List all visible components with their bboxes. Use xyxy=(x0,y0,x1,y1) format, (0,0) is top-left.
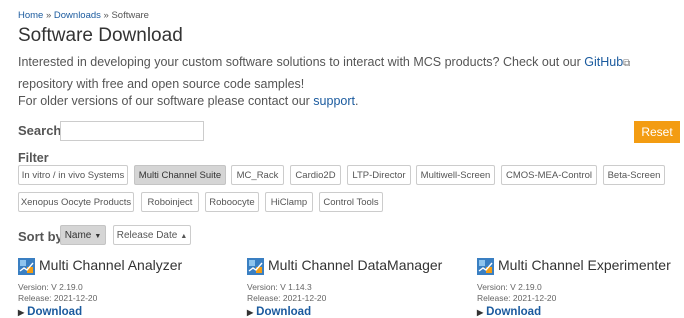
mcs-software-icon xyxy=(18,258,35,275)
product-version: Version: V 1.14.3 xyxy=(247,282,312,292)
filter-chip[interactable]: CMOS-MEA-Control xyxy=(501,165,597,185)
caret-down-icon: ▼ xyxy=(94,233,102,240)
external-link-icon: ⧉ xyxy=(623,58,631,69)
download-link[interactable]: ▶ Download xyxy=(477,306,541,318)
download-link[interactable]: ▶ Download xyxy=(18,306,82,318)
download-label: Download xyxy=(256,306,312,318)
download-label: Download xyxy=(486,306,542,318)
product-name[interactable]: Multi Channel DataManager xyxy=(268,257,442,273)
filter-chip[interactable]: Roboocyte xyxy=(205,192,259,212)
intro-text: Interested in developing your custom sof… xyxy=(18,55,585,69)
older-versions-note: For older versions of our software pleas… xyxy=(18,94,358,108)
older-text-end: . xyxy=(355,94,359,108)
triangle-right-icon: ▶ xyxy=(477,308,484,317)
product-version: Version: V 2.19.0 xyxy=(477,282,542,292)
breadcrumb-separator: » xyxy=(43,10,54,21)
older-text: For older versions of our software pleas… xyxy=(18,94,314,108)
breadcrumb-current: Software xyxy=(111,10,149,21)
product-release: Release: 2021-12-20 xyxy=(477,293,557,303)
download-link[interactable]: ▶ Download xyxy=(247,306,311,318)
filter-chip[interactable]: HiClamp xyxy=(265,192,313,212)
sort-date-label: Release Date xyxy=(116,230,178,241)
filter-chip[interactable]: Control Tools xyxy=(319,192,383,212)
breadcrumb-downloads[interactable]: Downloads xyxy=(54,10,101,21)
filter-label: Filter xyxy=(18,151,49,165)
triangle-right-icon: ▶ xyxy=(18,308,25,317)
support-link[interactable]: support xyxy=(313,94,355,108)
product-release: Release: 2021-12-20 xyxy=(18,293,98,303)
page-title: Software Download xyxy=(18,25,183,46)
filter-chip[interactable]: MC_Rack xyxy=(231,165,284,185)
breadcrumb: Home » Downloads » Software xyxy=(18,10,149,21)
product-name[interactable]: Multi Channel Experimenter xyxy=(498,257,671,273)
filter-chip[interactable]: In vitro / in vivo Systems xyxy=(18,165,128,185)
download-label: Download xyxy=(27,306,83,318)
search-input[interactable] xyxy=(60,121,204,141)
search-label: Search xyxy=(18,123,62,138)
breadcrumb-home[interactable]: Home xyxy=(18,10,43,21)
filter-chip[interactable]: Xenopus Oocyte Products xyxy=(18,192,134,212)
filter-chip[interactable]: Roboinject xyxy=(141,192,199,212)
breadcrumb-separator: » xyxy=(100,10,112,21)
sort-by-name-button[interactable]: Name ▼ xyxy=(60,225,106,245)
product-version: Version: V 2.19.0 xyxy=(18,282,83,292)
filter-chip[interactable]: Multiwell-Screen xyxy=(416,165,495,185)
reset-button[interactable]: Reset xyxy=(634,121,680,143)
intro-paragraph: Interested in developing your custom sof… xyxy=(18,52,682,94)
software-download-page: Home » Downloads » Software Software Dow… xyxy=(0,0,684,318)
triangle-right-icon: ▶ xyxy=(247,308,254,317)
filter-chip[interactable]: LTP-Director xyxy=(347,165,411,185)
sort-by-release-date-button[interactable]: Release Date ▲ xyxy=(113,225,191,245)
filter-chip[interactable]: Cardio2D xyxy=(290,165,341,185)
caret-up-icon: ▲ xyxy=(180,233,188,240)
product-name[interactable]: Multi Channel Analyzer xyxy=(39,257,182,273)
product-release: Release: 2021-12-20 xyxy=(247,293,327,303)
mcs-software-icon xyxy=(477,258,494,275)
filter-chip[interactable]: Beta-Screen xyxy=(603,165,665,185)
filter-chip-active[interactable]: Multi Channel Suite xyxy=(134,165,226,185)
intro-text-end: repository with free and open source cod… xyxy=(18,77,305,91)
sort-name-label: Name xyxy=(64,230,92,241)
github-link[interactable]: GitHub xyxy=(584,55,623,69)
mcs-software-icon xyxy=(247,258,264,275)
sort-label: Sort by xyxy=(18,229,63,244)
